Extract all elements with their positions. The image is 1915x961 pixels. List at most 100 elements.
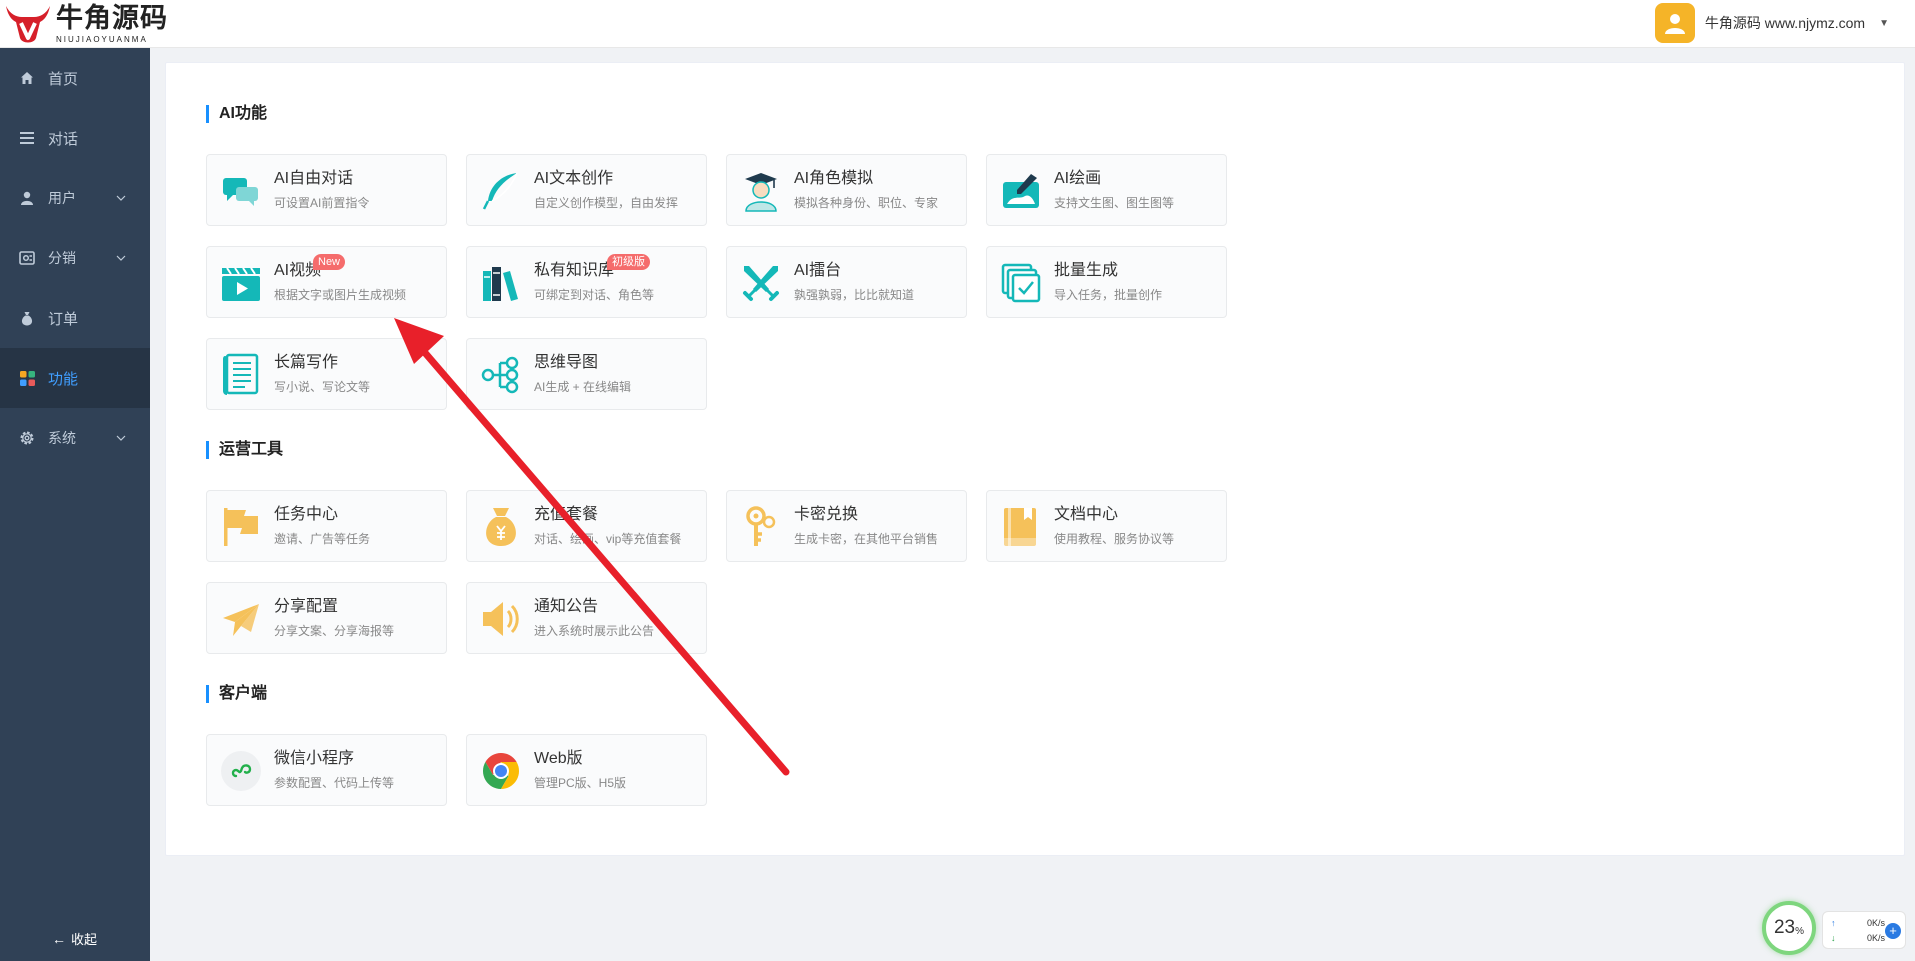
card-desc: 分享文案、分享海报等 bbox=[274, 624, 395, 638]
card-desc: 支持文生图、图生图等 bbox=[1054, 196, 1175, 210]
card-title: AI文本创作 bbox=[534, 170, 614, 187]
user-menu[interactable]: 牛角源码 www.njymz.com ▼ bbox=[1654, 3, 1889, 43]
sidebar-item-chat[interactable]: 对话 bbox=[0, 108, 150, 168]
section-title-ai: AI功能 bbox=[206, 105, 267, 123]
sidebar-item-label: 功能 bbox=[48, 370, 79, 388]
speed-percent-ring: 23% bbox=[1762, 901, 1816, 955]
card-title: 充值套餐 bbox=[534, 506, 599, 523]
list-icon bbox=[19, 130, 35, 146]
logo-title: 牛角源码 bbox=[56, 2, 168, 34]
card-document-center[interactable]: 文档中心 使用教程、服务协议等 bbox=[986, 490, 1227, 562]
card-long-form-writing[interactable]: 长篇写作 写小说、写论文等 bbox=[206, 338, 447, 410]
card-title: AI角色模拟 bbox=[794, 170, 874, 187]
card-desc: 模拟各种身份、职位、专家 bbox=[794, 196, 939, 210]
bull-logo-icon bbox=[6, 6, 50, 43]
chat-bubbles-icon bbox=[219, 169, 263, 213]
card-desc: 进入系统时展示此公告 bbox=[534, 624, 655, 638]
download-row: ↓ 0K/s bbox=[1831, 933, 1885, 943]
user-avatar-icon bbox=[1664, 14, 1685, 34]
card-share-settings[interactable]: 分享配置 分享文案、分享海报等 bbox=[206, 582, 447, 654]
scroll-icon bbox=[219, 353, 263, 397]
card-mind-map[interactable]: 思维导图 AI生成 + 在线编辑 bbox=[466, 338, 707, 410]
card-ai-text-creation[interactable]: AI文本创作 自定义创作模型，自由发挥 bbox=[466, 154, 707, 226]
card-title: 任务中心 bbox=[274, 506, 339, 523]
avatar[interactable] bbox=[1654, 3, 1695, 43]
card-desc: 可绑定到对话、角色等 bbox=[534, 288, 655, 302]
card-notice-announcement[interactable]: 通知公告 进入系统时展示此公告 bbox=[466, 582, 707, 654]
network-speed-widget[interactable]: 23% ↑ 0K/s ↓ 0K/s + bbox=[1762, 901, 1908, 955]
flag-icon bbox=[219, 505, 263, 549]
chevron-down-icon bbox=[116, 195, 126, 201]
plus-icon[interactable]: + bbox=[1885, 923, 1901, 939]
sidebar-item-system[interactable]: 系统 bbox=[0, 408, 150, 468]
download-speed: 0K/s bbox=[1866, 933, 1885, 943]
arrow-down-icon: ↓ bbox=[1831, 933, 1836, 943]
card-private-knowledge-base[interactable]: 私有知识库 可绑定到对话、角色等 初级版 bbox=[466, 246, 707, 318]
sidebar-item-distribution[interactable]: 分销 bbox=[0, 228, 150, 288]
card-title: AI绘画 bbox=[1054, 170, 1102, 187]
card-wechat-mini-program[interactable]: 微信小程序 参数配置、代码上传等 bbox=[206, 734, 447, 806]
document-icon bbox=[999, 505, 1043, 549]
mindmap-icon bbox=[479, 353, 523, 397]
sidebar-item-label: 首页 bbox=[48, 70, 79, 88]
chevron-down-icon bbox=[116, 435, 126, 441]
card-title: 长篇写作 bbox=[274, 354, 339, 371]
collapse-label: 收起 bbox=[71, 932, 98, 947]
card-title: 微信小程序 bbox=[274, 750, 355, 767]
card-desc: 使用教程、服务协议等 bbox=[1054, 532, 1175, 546]
card-desc: 孰强孰弱，比比就知道 bbox=[794, 288, 915, 302]
card-desc: 生成卡密，在其他平台销售 bbox=[794, 532, 939, 546]
card-title: 批量生成 bbox=[1054, 262, 1119, 279]
speed-percent-sign: % bbox=[1795, 925, 1805, 937]
card-ai-video[interactable]: AI视频 根据文字或图片生成视频 New bbox=[206, 246, 447, 318]
feather-icon bbox=[479, 169, 523, 213]
sidebar-item-label: 系统 bbox=[48, 430, 76, 446]
card-ai-role-play[interactable]: AI角色模拟 模拟各种身份、职位、专家 bbox=[726, 154, 967, 226]
card-recharge-packages[interactable]: 充值套餐 对话、绘画、vip等充值套餐 bbox=[466, 490, 707, 562]
video-clapper-icon bbox=[219, 261, 263, 305]
collapse-sidebar-button[interactable]: ← 收起 bbox=[52, 929, 97, 948]
card-desc: 导入任务，批量创作 bbox=[1054, 288, 1163, 302]
card-ai-painting[interactable]: AI绘画 支持文生图、图生图等 bbox=[986, 154, 1227, 226]
card-batch-generation[interactable]: 批量生成 导入任务，批量创作 bbox=[986, 246, 1227, 318]
user-icon bbox=[19, 190, 35, 206]
sidebar-item-orders[interactable]: 订单 bbox=[0, 288, 150, 348]
mini-program-icon bbox=[219, 749, 263, 793]
logo[interactable]: 牛角源码 NIUJIAOYUANMA bbox=[4, 2, 168, 46]
distribution-icon bbox=[19, 250, 35, 266]
sidebar-item-label: 用户 bbox=[48, 190, 76, 206]
beginner-badge: 初级版 bbox=[607, 254, 650, 270]
logo-subtitle: NIUJIAOYUANMA bbox=[56, 34, 148, 44]
card-card-key-redeem[interactable]: 卡密兑换 生成卡密，在其他平台销售 bbox=[726, 490, 967, 562]
card-ai-arena[interactable]: AI擂台 孰强孰弱，比比就知道 bbox=[726, 246, 967, 318]
card-task-center[interactable]: 任务中心 邀请、广告等任务 bbox=[206, 490, 447, 562]
card-desc: 可设置AI前置指令 bbox=[274, 196, 370, 210]
card-web-version[interactable]: Web版 管理PC版、H5版 bbox=[466, 734, 707, 806]
section-title-clients: 客户端 bbox=[206, 685, 267, 703]
arrow-up-icon: ↑ bbox=[1831, 918, 1836, 928]
card-desc: 邀请、广告等任务 bbox=[274, 532, 371, 546]
card-desc: 参数配置、代码上传等 bbox=[274, 776, 395, 790]
chevron-down-icon bbox=[116, 255, 126, 261]
sidebar-item-label: 分销 bbox=[48, 250, 76, 266]
sidebar-item-users[interactable]: 用户 bbox=[0, 168, 150, 228]
card-title: Web版 bbox=[534, 750, 583, 767]
chrome-icon bbox=[479, 749, 523, 793]
card-desc: 写小说、写论文等 bbox=[274, 380, 371, 394]
paint-icon bbox=[999, 169, 1043, 213]
card-title: 私有知识库 bbox=[534, 262, 615, 279]
home-icon bbox=[19, 70, 35, 86]
sidebar-item-home[interactable]: 首页 bbox=[0, 48, 150, 108]
card-ai-free-chat[interactable]: AI自由对话 可设置AI前置指令 bbox=[206, 154, 447, 226]
graduate-icon bbox=[739, 169, 783, 213]
sidebar-item-label: 对话 bbox=[48, 130, 79, 148]
paper-plane-icon bbox=[219, 597, 263, 641]
sidebar-item-features[interactable]: 功能 bbox=[0, 348, 150, 408]
card-title: 思维导图 bbox=[534, 354, 599, 371]
caret-down-icon[interactable]: ▼ bbox=[1879, 18, 1889, 29]
card-title: AI擂台 bbox=[794, 262, 842, 279]
speed-percent: 23 bbox=[1773, 917, 1796, 938]
arrow-left-icon: ← bbox=[52, 930, 66, 947]
sidebar-item-label: 订单 bbox=[48, 310, 79, 328]
speaker-icon bbox=[479, 597, 523, 641]
